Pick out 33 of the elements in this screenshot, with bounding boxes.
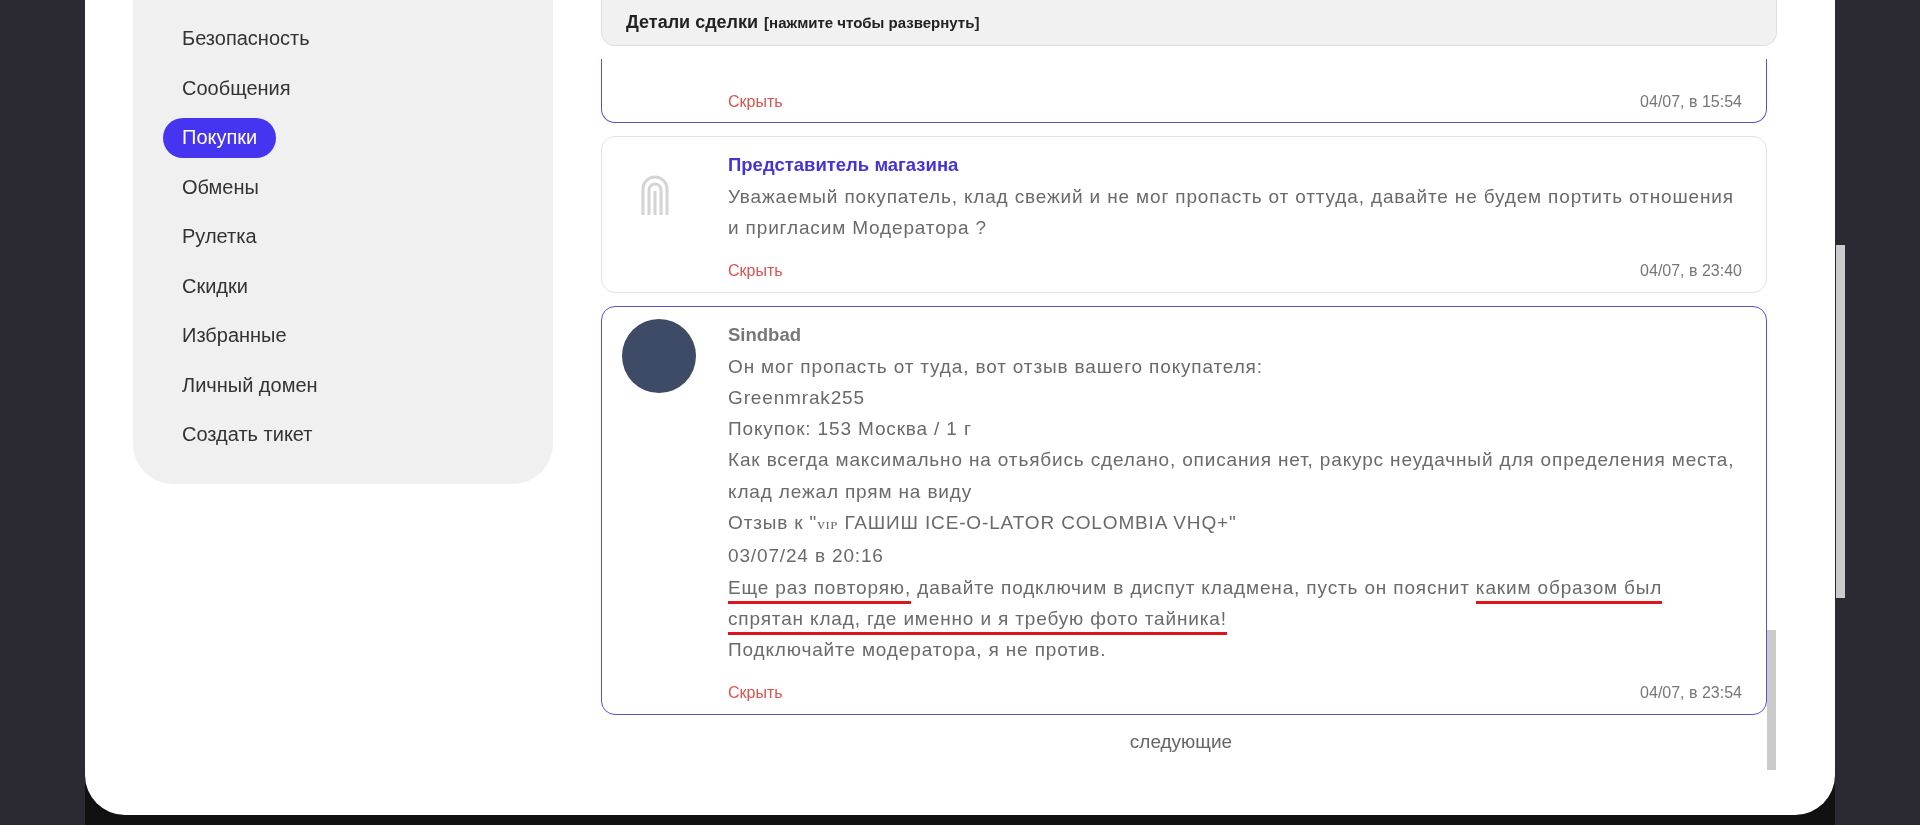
message-text: 03/07/24 в 20:16 [728,544,885,569]
scrollbar-thumb[interactable] [1767,630,1776,770]
message-date: 04/07, в 15:54 [1640,93,1742,111]
message-date: 04/07, в 23:40 [1640,261,1742,280]
message-text: Уважаемый покупатель, клад свежий и не мог пропасть от оттуда, давайте не будем портить отношения и пригласим Модератора ? [728,185,1735,241]
author-name[interactable]: Sindbad [728,320,801,349]
hide-link[interactable]: Скрыть [728,261,783,280]
next-page-link[interactable]: следующие [1129,730,1233,753]
message-text: Еще раз повторяю, давайте подключим в диспут кладмена, пусть он пояснит каким образом был спрятан клад, где именно и я требую фото тайника! [728,571,1742,635]
author-name[interactable]: Представитель магазина [728,151,959,179]
deal-title: Детали сделки [626,12,759,33]
hide-link[interactable]: Скрыть [728,93,783,111]
message-text: Отзыв к "ᴠɪᴘ ГАШИШ ICE-O-LATOR COLOMBIA VHQ+" [728,511,1238,536]
message-date: 04/07, в 23:54 [1640,683,1742,702]
sidebar-item[interactable]: Рулетка [163,212,276,262]
message-text: Покупок: 153 Москва / 1 г [728,417,973,442]
message-text: Как всегда максимально на отьябись сделано, описания нет, ракурс неудачный для определения места, клад лежал прям на виду [728,448,1736,504]
sidebar-item[interactable]: Создать тикет [163,410,332,460]
sidebar-item[interactable]: Покупки [163,117,277,158]
sidebar-item[interactable]: Избранные [163,311,306,361]
arch-logo-icon [640,175,670,215]
message-text: Greenmrak255 [728,385,866,410]
scrollbar-thumb[interactable] [1836,245,1845,598]
sidebar-item[interactable]: Скидки [163,261,267,311]
message-text: Подключайте модератора, я не против. [728,638,1108,663]
sidebar-item[interactable]: Обмены [163,162,278,212]
message-text: Он мог пропасть от туда, вот отзыв вашего покупателя: [728,354,1264,379]
sidebar-item[interactable]: Личный домен [163,360,337,410]
expand-hint: [нажмите чтобы развернуть] [764,14,980,31]
deal-details-bar[interactable]: Детали сделки [нажмите чтобы развернуть] [601,0,1777,46]
sidebar-item[interactable]: Безопасность [163,14,329,64]
sidebar-item[interactable]: Сообщения [163,63,310,113]
hide-link[interactable]: Скрыть [728,683,783,702]
